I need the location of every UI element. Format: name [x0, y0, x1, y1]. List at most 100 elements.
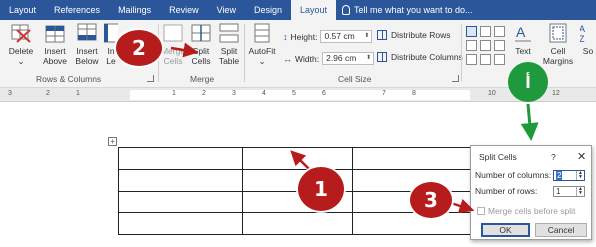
help-button[interactable]: ? — [551, 152, 556, 162]
table-cell[interactable] — [118, 147, 243, 170]
spinner-arrows-icon[interactable]: ▲ ▼ — [576, 187, 584, 196]
merge-before-split-label: Merge cells before split — [488, 206, 576, 216]
insert-below-icon — [77, 23, 97, 41]
ribbon-separator — [244, 24, 245, 82]
table-move-handle-icon[interactable]: + — [108, 137, 117, 146]
tab-layout-page[interactable]: Layout — [0, 0, 45, 20]
ruler-label: 2 — [46, 90, 50, 97]
table-cell[interactable] — [242, 212, 353, 235]
ruler-label: 12 — [552, 90, 560, 97]
callout-badge-2: 2 — [116, 30, 162, 66]
align-bottom-center-icon[interactable] — [480, 54, 491, 65]
delete-table-icon — [11, 24, 31, 43]
align-top-left-icon[interactable] — [466, 26, 477, 37]
height-label: Height: — [290, 31, 318, 42]
cell-size-launcher-icon[interactable] — [452, 75, 459, 82]
align-top-center-icon[interactable] — [480, 26, 491, 37]
split-table-button[interactable]: Split Table — [216, 22, 242, 66]
insert-below-label: Insert Below — [75, 46, 99, 66]
tab-review[interactable]: Review — [160, 0, 208, 20]
sort-button[interactable]: A Z So — [580, 22, 596, 56]
ruler-label: 1 — [76, 90, 80, 97]
rows-columns-launcher-icon[interactable] — [147, 75, 154, 82]
delete-label: Delete — [8, 46, 34, 56]
align-bottom-left-icon[interactable] — [466, 54, 477, 65]
merge-before-split-checkbox[interactable] — [477, 207, 485, 215]
delete-button[interactable]: Delete ⌄ — [6, 22, 36, 66]
width-label: Width: — [295, 53, 320, 64]
split-table-label: Split Table — [218, 46, 240, 66]
align-bottom-right-icon[interactable] — [494, 54, 505, 65]
align-middle-left-icon[interactable] — [466, 40, 477, 51]
sort-label: So — [582, 46, 594, 56]
ruler-label: 7 — [382, 90, 386, 97]
chevron-down-icon: ⌄ — [258, 56, 266, 66]
insert-above-button[interactable]: Insert Above — [40, 22, 70, 66]
svg-text:A: A — [580, 24, 585, 34]
ruler-label: 1 — [172, 90, 176, 97]
columns-row: Number of columns: — [475, 170, 551, 180]
distribute-columns-button[interactable]: Distribute Columns — [377, 52, 463, 62]
tab-references[interactable]: References — [45, 0, 109, 20]
ok-button[interactable]: OK — [481, 223, 530, 237]
callout-badge-1: 1 — [298, 167, 344, 211]
tab-mailings[interactable]: Mailings — [109, 0, 160, 20]
distribute-rows-button[interactable]: Distribute Rows — [377, 30, 451, 40]
spinner-arrows-icon[interactable]: ⬍ — [364, 31, 371, 42]
columns-value: 2 — [556, 171, 563, 180]
split-cells-icon — [191, 24, 211, 42]
insert-above-icon — [45, 25, 65, 43]
distribute-columns-icon — [377, 52, 387, 62]
ruler-label: 10 — [488, 90, 496, 97]
autofit-button[interactable]: AutoFit ⌄ — [247, 22, 277, 66]
table-cell[interactable] — [352, 147, 478, 170]
table-cell[interactable] — [118, 212, 243, 235]
lightbulb-icon — [342, 5, 350, 15]
cell-margins-icon — [549, 23, 567, 43]
group-label-merge: Merge — [190, 74, 215, 84]
rows-value: 1 — [556, 187, 561, 196]
rows-label: Number of rows: — [475, 186, 538, 196]
width-spinner[interactable]: 2.96 cm ⬍ — [322, 52, 375, 65]
cell-margins-button[interactable]: Cell Margins — [543, 22, 573, 66]
columns-label: Number of columns: — [475, 170, 552, 180]
column-width-icon: ↔ — [283, 53, 292, 64]
rows-spinner[interactable]: 1 ▲ ▼ — [553, 186, 585, 197]
merge-cells-button[interactable]: Merge Cells — [160, 22, 186, 66]
align-middle-right-icon[interactable] — [494, 40, 505, 51]
close-icon[interactable]: ✕ — [577, 150, 586, 163]
split-cells-button[interactable]: Split Cells — [189, 22, 213, 66]
horizontal-ruler: 3 2 1 1 2 3 4 5 6 7 8 10 12 — [0, 88, 596, 102]
insert-below-button[interactable]: Insert Below — [72, 22, 102, 66]
group-label-rows-columns: Rows & Columns — [36, 74, 102, 84]
align-top-right-icon[interactable] — [494, 26, 505, 37]
tab-view[interactable]: View — [208, 0, 245, 20]
tell-me-search[interactable]: Tell me what you want to do... — [336, 0, 482, 20]
merge-before-split-option: Merge cells before split — [477, 206, 575, 216]
table-cell[interactable] — [352, 212, 478, 235]
svg-text:A: A — [516, 24, 526, 40]
ruler-label: 2 — [202, 90, 206, 97]
text-direction-icon: A — [515, 24, 531, 42]
width-row: ↔ Width: 2.96 cm ⬍ — [283, 52, 375, 65]
ruler-label: 3 — [232, 90, 236, 97]
text-direction-button[interactable]: A Text — [512, 22, 534, 56]
spinner-arrows-icon[interactable]: ⬍ — [366, 53, 373, 64]
columns-spinner[interactable]: 2 ▲ ▼ — [553, 170, 585, 181]
height-spinner[interactable]: 0.57 cm ⬍ — [320, 30, 373, 43]
align-middle-center-icon[interactable] — [480, 40, 491, 51]
cancel-button[interactable]: Cancel — [535, 223, 587, 237]
ruler-page-area — [130, 90, 470, 100]
insert-left-icon — [104, 23, 118, 43]
table-cell[interactable] — [242, 147, 353, 170]
ruler-label: 8 — [412, 90, 416, 97]
tab-table-layout[interactable]: Layout — [290, 0, 336, 20]
height-row: ↕ Height: 0.57 cm ⬍ — [283, 30, 373, 43]
row-height-icon: ↕ — [283, 31, 288, 42]
table-cell[interactable] — [118, 190, 243, 214]
spinner-arrows-icon[interactable]: ▲ ▼ — [576, 171, 584, 180]
chevron-down-icon: ⌄ — [17, 56, 25, 66]
distribute-rows-icon — [377, 30, 387, 40]
tab-table-design[interactable]: Design — [245, 0, 291, 20]
table-cell[interactable] — [118, 168, 243, 192]
